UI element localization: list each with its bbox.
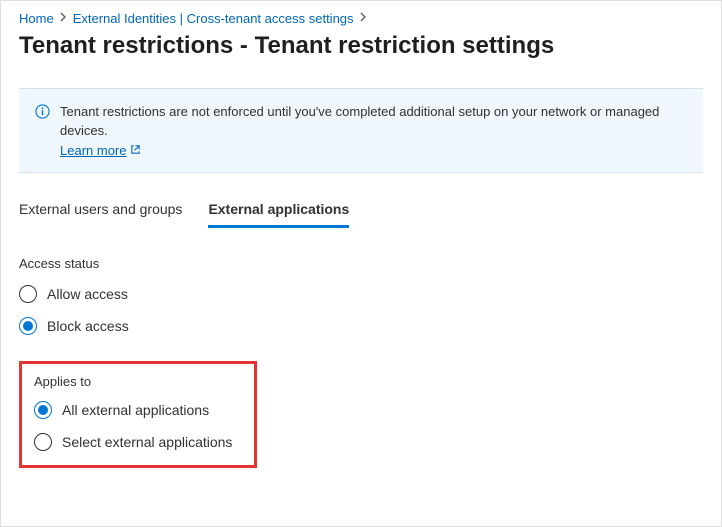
learn-more-label: Learn more: [60, 143, 126, 158]
breadcrumb-home[interactable]: Home: [19, 11, 54, 26]
radio-icon: [34, 401, 52, 419]
external-link-icon: [130, 143, 141, 158]
tab-users-groups[interactable]: External users and groups: [19, 195, 182, 228]
breadcrumb-external-identities[interactable]: External Identities | Cross-tenant acces…: [73, 11, 354, 26]
tab-applications[interactable]: External applications: [208, 195, 349, 228]
radio-icon: [34, 433, 52, 451]
breadcrumb: Home External Identities | Cross-tenant …: [19, 11, 703, 26]
chevron-right-icon: [60, 12, 67, 25]
access-status-label: Access status: [19, 256, 703, 271]
radio-label: All external applications: [62, 402, 209, 418]
applies-to-highlight: Applies to All external applications Sel…: [19, 361, 257, 468]
applies-to-group: All external applications Select externa…: [34, 401, 242, 451]
radio-label: Block access: [47, 318, 129, 334]
radio-icon: [19, 285, 37, 303]
info-text: Tenant restrictions are not enforced unt…: [60, 104, 659, 138]
radio-icon: [19, 317, 37, 335]
chevron-right-icon: [360, 12, 367, 25]
access-status-group: Allow access Block access: [19, 285, 703, 335]
radio-label: Select external applications: [62, 434, 232, 450]
radio-select-applications[interactable]: Select external applications: [34, 433, 242, 451]
tab-bar: External users and groups External appli…: [19, 195, 703, 228]
radio-allow-access[interactable]: Allow access: [19, 285, 703, 303]
applies-to-label: Applies to: [34, 374, 242, 389]
radio-label: Allow access: [47, 286, 128, 302]
radio-all-applications[interactable]: All external applications: [34, 401, 242, 419]
learn-more-link[interactable]: Learn more: [60, 143, 141, 158]
radio-block-access[interactable]: Block access: [19, 317, 703, 335]
page-title: Tenant restrictions - Tenant restriction…: [19, 32, 703, 60]
info-icon: [35, 104, 50, 122]
info-banner: Tenant restrictions are not enforced unt…: [19, 88, 703, 173]
